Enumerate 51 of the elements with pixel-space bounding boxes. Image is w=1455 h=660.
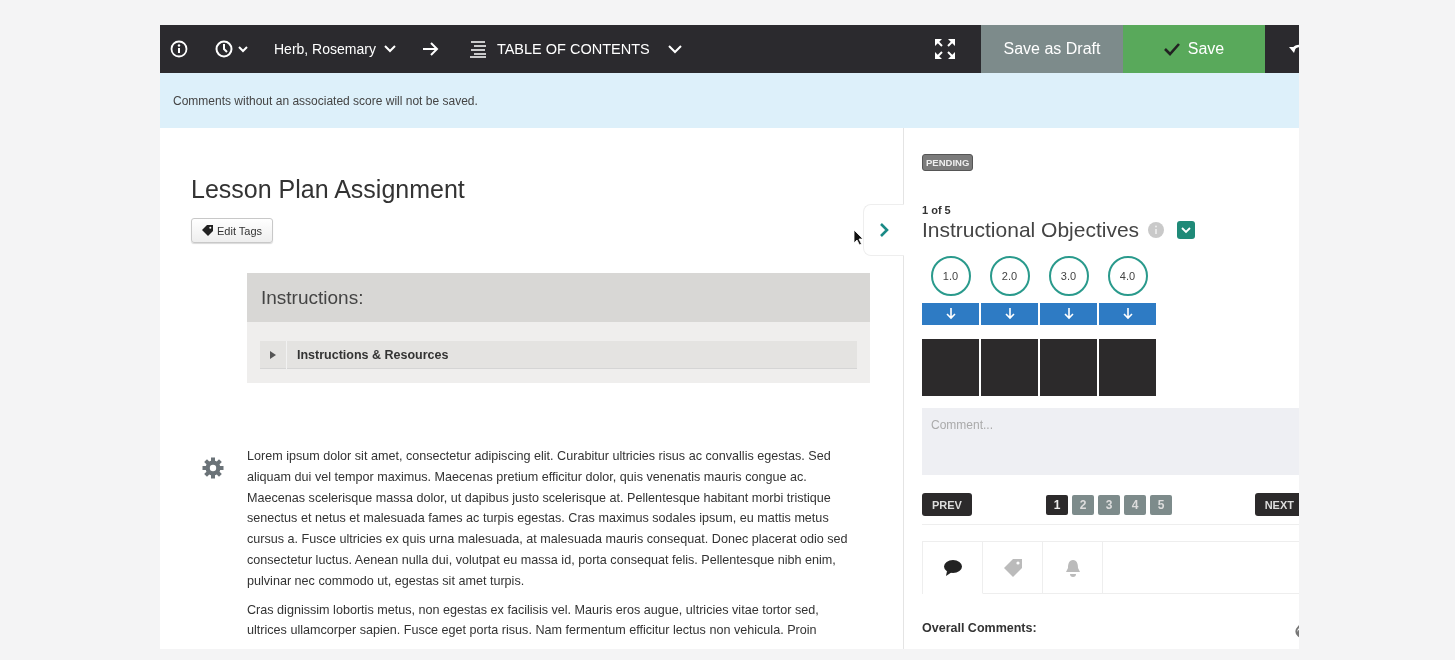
info-icon[interactable] [170, 40, 188, 58]
score-arrow-button[interactable] [1040, 303, 1097, 325]
score-arrow-button[interactable] [1099, 303, 1156, 325]
next-button[interactable]: NEXT [1254, 493, 1299, 516]
student-dropdown[interactable]: Herb, Rosemary [274, 41, 396, 57]
arrow-down-icon [1122, 308, 1133, 320]
score-option[interactable]: 3.0 [1048, 256, 1089, 296]
tag-icon [202, 225, 213, 236]
edit-tags-button[interactable]: Edit Tags [191, 218, 274, 243]
expand-triangle-icon [270, 350, 276, 359]
arrow-right-icon[interactable] [421, 41, 440, 57]
score-arrow-button[interactable] [981, 303, 1038, 325]
clock-icon[interactable] [215, 40, 249, 58]
arrow-down-icon [945, 308, 956, 320]
status-badge: PENDING [922, 154, 974, 171]
arrow-down-icon [1004, 308, 1015, 320]
caret-icon [383, 44, 396, 54]
table-of-contents-dropdown[interactable]: TABLE OF CONTENTS [468, 40, 682, 58]
body-paragraph: Cras dignissim lobortis metus, non egestas ex facilisis vel. Mauris eros augue, ultricies vitae tortor sed, ultrices ullamcorper sapien. Fusce eget porta risus. Nam fermentum efficitur lectus non vehicula. Proin [247, 601, 820, 640]
rubric-cell [1040, 339, 1097, 396]
caret-icon [1181, 226, 1192, 234]
mouse-cursor-icon [854, 230, 864, 246]
instructions-heading: Instructions: [261, 286, 364, 309]
checkmark-icon [1163, 42, 1180, 56]
notice-text: Comments without an associated score will not be saved. [173, 93, 478, 108]
overall-comments-label: Overall Comments: [922, 621, 1037, 635]
criterion-title: Instructional Objectives [922, 218, 1140, 242]
tag-icon [1002, 557, 1023, 578]
score-option[interactable]: 2.0 [989, 256, 1030, 296]
comment-field[interactable]: Comment... [922, 408, 1299, 475]
expand-icon[interactable] [933, 37, 957, 61]
settings-icon[interactable] [201, 456, 225, 480]
list-icon [468, 40, 489, 58]
score-option[interactable]: 1.0 [930, 256, 971, 296]
instructions-resources-row[interactable]: Instructions & Resources [260, 341, 857, 369]
score-arrow-button[interactable] [922, 303, 979, 325]
chevron-right-icon [879, 222, 889, 238]
rubric-cell [981, 339, 1038, 396]
assignment-title: Lesson Plan Assignment [191, 175, 466, 204]
rubric-cell [922, 339, 979, 396]
prev-button[interactable]: PREV [922, 493, 972, 516]
arrow-down-icon [1063, 308, 1074, 320]
rubric-cell [1099, 339, 1156, 396]
score-option[interactable]: 4.0 [1107, 256, 1148, 296]
body-paragraph: Lorem ipsum dolor sit amet, consectetur adipiscing elit. Curabitur ultricies risus ac convallis egestas. Sed aliquam dui vel tempor maximus. Maecenas pretium efficitur dolor, quis venenatis mauris congue ac. Maecenas scelerisque massa dolor, ut dapibus justo scelerisque at. Pellentesque habitant morbi tristique senectus et netus et malesuada fames ac turpis egestas. Cras maximus sodales ipsum, eu mattis metus cursus a. Fusce ultricies ex quis urna malesuada, at malesuada mauris consequat. Donec placerat odio sed consectetur luctus. Aenean nulla dui, volutpat eu massa id, porta consequat felis. Pellentesque nibh enim, pulvinar nec commodo ut, egestas sit amet turpis. [247, 448, 849, 590]
speech-bubble-icon [942, 558, 963, 577]
criterion-dropdown[interactable] [1177, 221, 1196, 239]
caret-icon [667, 44, 682, 54]
criterion-position: 1 of 5 [922, 204, 952, 216]
page-button[interactable]: 1 [1045, 494, 1068, 515]
save-as-draft-button[interactable]: Save as Draft [981, 25, 1123, 73]
